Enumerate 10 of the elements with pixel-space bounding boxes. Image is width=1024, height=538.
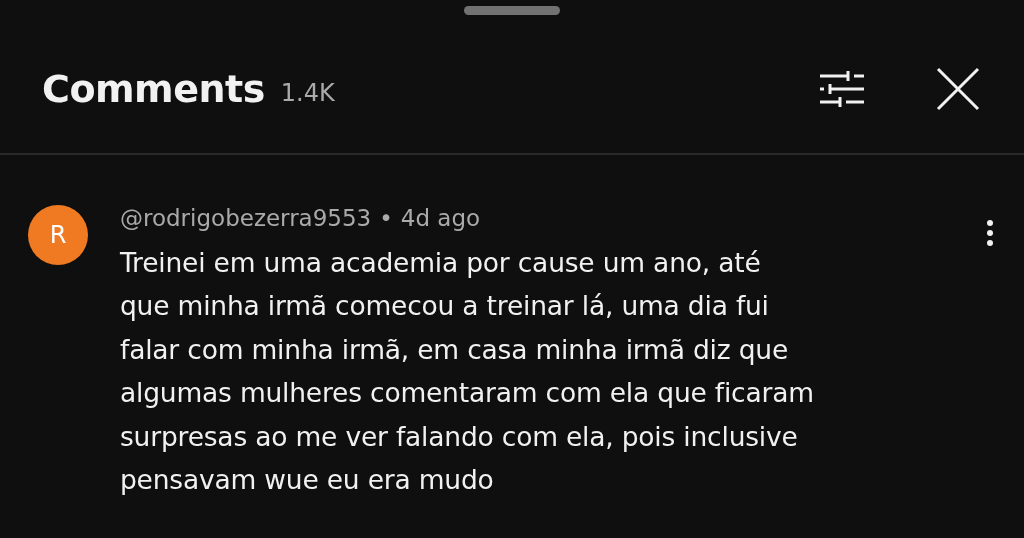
- filter-icon[interactable]: [818, 71, 866, 107]
- comment-text: Treinei em uma academia por cause um ano, até que minha irmã comecou a treinar lá, uma dia fui falar com minha irmã, em casa minha irmã diz que algumas mulheres comentaram com ela que ficaram surpresas ao me ver falando com ela, pois inclusive pensavam wue eu era mudo: [120, 245, 815, 498]
- drag-handle[interactable]: [464, 6, 560, 15]
- timestamp: 4d ago: [400, 205, 481, 233]
- author-name[interactable]: @rodrigobezerra9553: [120, 205, 372, 233]
- comment-count: 1.4K: [280, 78, 335, 109]
- separator: •: [379, 205, 393, 233]
- panel-title: Comments: [42, 65, 265, 113]
- more-icon[interactable]: [986, 219, 994, 247]
- close-icon[interactable]: [936, 67, 980, 111]
